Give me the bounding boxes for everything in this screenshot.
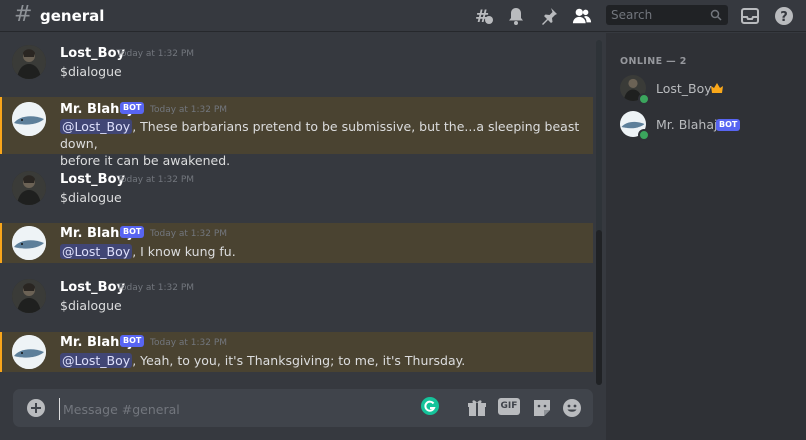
message-content: @Lost_Boy, Yeah, to you, it's Thanksgivi…	[60, 352, 580, 369]
user-mention[interactable]: @Lost_Boy	[60, 119, 133, 134]
message-timestamp: Today at 1:32 PM	[117, 283, 195, 293]
help-icon[interactable]: ?	[774, 6, 794, 26]
message-text: , These barbarians pretend to be submiss…	[60, 119, 580, 151]
crown-icon	[711, 83, 723, 93]
message-author[interactable]: Lost_Boy	[60, 280, 125, 295]
bot-badge: BOT	[120, 226, 145, 238]
message-item: Lost_Boy Today at 1:32 PM $dialogue	[0, 167, 593, 219]
avatar[interactable]	[12, 171, 46, 205]
member-name: Mr. Blahaj	[656, 117, 718, 132]
pin-icon[interactable]	[539, 6, 559, 26]
avatar[interactable]	[12, 102, 46, 136]
message-timestamp: Today at 1:32 PM	[117, 49, 195, 59]
member-list: ONLINE — 2 Lost_Boy Mr. Blahaj BOT	[606, 33, 806, 440]
message-text: before it can be awakened.	[60, 153, 231, 168]
search-input[interactable]	[606, 5, 709, 25]
search-icon	[710, 9, 722, 21]
members-icon[interactable]	[572, 6, 592, 26]
message-item: Mr. Blahaj BOT Today at 1:32 PM @Lost_Bo…	[0, 223, 593, 263]
online-status-icon	[638, 93, 650, 105]
bot-badge: BOT	[716, 119, 741, 131]
sticker-icon[interactable]	[531, 397, 553, 419]
avatar[interactable]	[12, 279, 46, 313]
channel-header: # general # ?	[0, 0, 806, 32]
message-content: $dialogue	[60, 190, 122, 205]
member-name: Lost_Boy	[656, 81, 712, 96]
message-item: Lost_Boy Today at 1:32 PM $dialogue	[0, 275, 593, 327]
message-item: Mr. Blahaj BOT Today at 1:32 PM @Lost_Bo…	[0, 97, 593, 168]
search-box[interactable]	[606, 5, 728, 25]
message-author[interactable]: Lost_Boy	[60, 172, 125, 187]
member-item[interactable]: Mr. Blahaj BOT	[606, 107, 806, 143]
message-text: , I know kung fu.	[132, 244, 236, 259]
channel-name: general	[40, 7, 105, 25]
message-composer: GIF	[13, 389, 593, 427]
avatar[interactable]	[12, 335, 46, 369]
message-content: @Lost_Boy, I know kung fu.	[60, 243, 580, 260]
user-mention[interactable]: @Lost_Boy	[60, 353, 133, 368]
bot-badge: BOT	[120, 335, 145, 347]
member-item[interactable]: Lost_Boy	[606, 71, 806, 107]
emoji-icon[interactable]	[561, 397, 583, 419]
gift-icon[interactable]	[466, 397, 488, 419]
grammarly-icon[interactable]	[419, 395, 441, 417]
message-timestamp: Today at 1:32 PM	[117, 175, 195, 185]
message-item: Mr. Blahaj BOT Today at 1:32 PM @Lost_Bo…	[0, 332, 593, 372]
avatar[interactable]	[12, 226, 46, 260]
threads-icon[interactable]: #	[474, 6, 494, 26]
bot-badge: BOT	[120, 102, 145, 114]
online-status-icon	[638, 129, 650, 141]
member-group-heading: ONLINE — 2	[620, 56, 687, 67]
bell-icon[interactable]	[506, 6, 526, 26]
message-item: Lost_Boy Today at 1:32 PM $dialogue	[0, 41, 593, 93]
message-content: @Lost_Boy, These barbarians pretend to b…	[60, 118, 590, 169]
scrollbar-thumb[interactable]	[596, 230, 602, 385]
message-content: $dialogue	[60, 64, 122, 79]
gif-button[interactable]: GIF	[498, 398, 520, 415]
message-list[interactable]: Lost_Boy Today at 1:32 PM $dialogue Mr. …	[0, 33, 597, 383]
inbox-icon[interactable]	[740, 6, 760, 26]
message-timestamp: Today at 1:32 PM	[150, 105, 228, 115]
message-timestamp: Today at 1:32 PM	[150, 338, 228, 348]
message-input[interactable]	[59, 398, 405, 420]
message-content: $dialogue	[60, 298, 122, 313]
add-attachment-icon[interactable]	[27, 399, 45, 417]
user-mention[interactable]: @Lost_Boy	[60, 244, 133, 259]
avatar[interactable]	[12, 45, 46, 79]
svg-text:?: ?	[780, 10, 788, 25]
message-timestamp: Today at 1:32 PM	[150, 229, 228, 239]
message-text: , Yeah, to you, it's Thanksgiving; to me…	[132, 353, 466, 368]
channel-hash-icon: #	[14, 2, 33, 27]
message-author[interactable]: Lost_Boy	[60, 46, 125, 61]
